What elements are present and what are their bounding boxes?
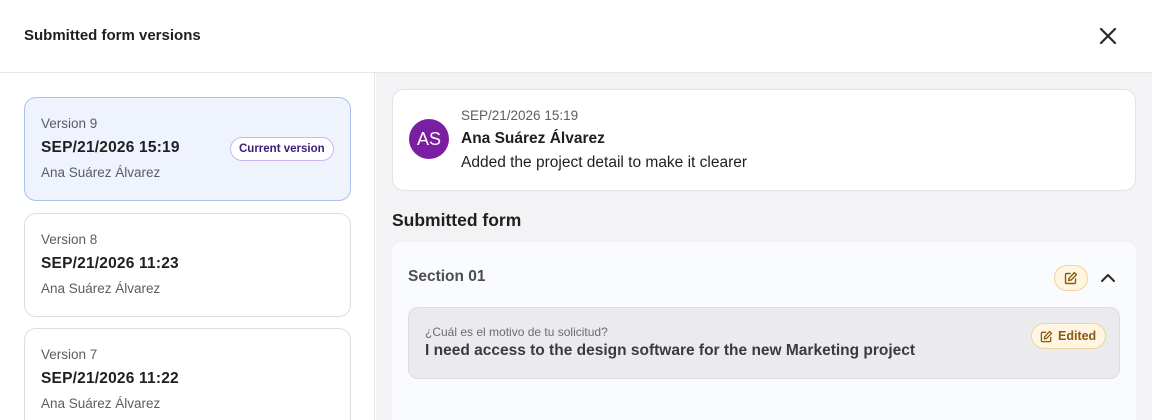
version-date: SEP/21/2026 15:19 [41,139,180,156]
dialog-header: Submitted form versions [0,0,1152,73]
version-card-8[interactable]: Version 8 SEP/21/2026 11:23 Ana Suárez Á… [24,213,351,317]
version-card-9[interactable]: Version 9 SEP/21/2026 15:19 Current vers… [24,97,351,201]
edit-icon [1040,330,1053,342]
version-author: Ana Suárez Álvarez [41,396,161,411]
section-title: Section 01 [408,268,486,285]
chevron-up-icon [1101,274,1115,282]
comment-date: SEP/21/2026 15:19 [461,108,579,123]
edited-badge[interactable]: Edited [1031,323,1107,349]
version-author: Ana Suárez Álvarez [41,165,161,180]
collapse-section-button[interactable] [1096,266,1120,290]
edited-badge-label: Edited [1058,329,1097,343]
form-section: Section 01 ¿Cuál es el motivo de tu soli… [392,242,1136,420]
comment-text: Added the project detail to make it clea… [461,154,748,171]
version-label: Version 9 [41,116,98,131]
version-label: Version 7 [41,347,98,362]
version-card-7[interactable]: Version 7 SEP/21/2026 11:22 Ana Suárez Á… [24,328,351,420]
comment-author: Ana Suárez Álvarez [461,130,605,147]
current-version-badge: Current version [230,137,334,161]
version-label: Version 8 [41,232,98,247]
version-history-dialog: Submitted form versions Version 9 SEP/21… [0,0,1152,420]
version-comment-card: AS SEP/21/2026 15:19 Ana Suárez Álvarez … [392,89,1136,191]
edit-icon [1064,271,1078,285]
field-answer: I need access to the design software for… [425,342,916,359]
form-field: ¿Cuál es el motivo de tu solicitud? I ne… [408,307,1120,379]
submitted-form-title: Submitted form [392,210,522,230]
close-button[interactable] [1094,22,1122,50]
version-date: SEP/21/2026 11:23 [41,255,179,272]
version-date: SEP/21/2026 11:22 [41,370,179,387]
version-author: Ana Suárez Álvarez [41,281,161,296]
versions-list: Version 9 SEP/21/2026 15:19 Current vers… [0,73,375,420]
section-edited-button[interactable] [1054,265,1088,291]
avatar: AS [409,119,449,159]
close-icon [1099,27,1117,45]
dialog-title: Submitted form versions [24,27,201,44]
field-question: ¿Cuál es el motivo de tu solicitud? [425,325,608,339]
version-detail: AS SEP/21/2026 15:19 Ana Suárez Álvarez … [376,73,1152,420]
